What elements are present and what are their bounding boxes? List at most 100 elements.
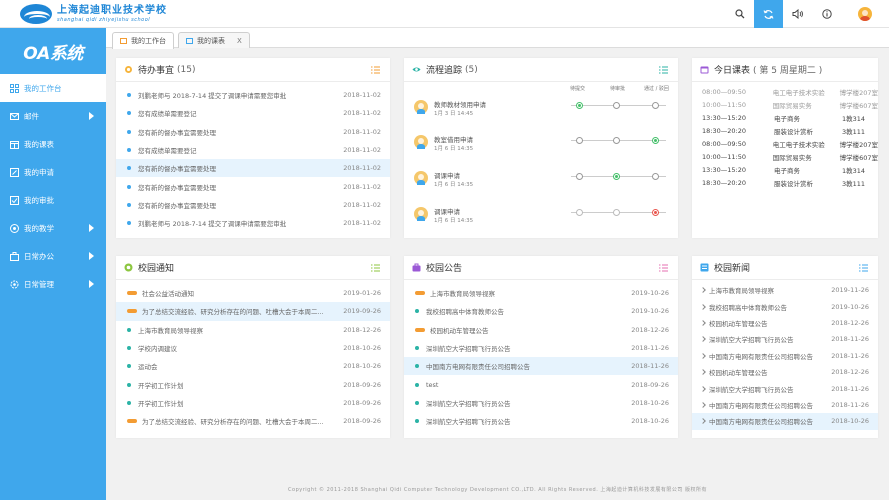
schedule-row[interactable]: 10:00—11:50 国际贸易实务 博学楼607室 — [692, 150, 878, 163]
card-header: 校园通知 — [116, 256, 390, 280]
list-menu-icon[interactable] — [371, 264, 380, 272]
list-item[interactable]: 深圳航空大学招聘飞行员公告 2018-10-26 — [404, 412, 678, 430]
progress-node — [576, 102, 583, 109]
list-item[interactable]: 您有成绩单需要登记 2018-11-02 — [116, 141, 390, 159]
sidebar-item-approvals[interactable]: 我的审批 — [0, 186, 106, 214]
tag-pill — [415, 291, 425, 296]
tab-close-button[interactable]: X — [237, 37, 242, 45]
calendar-icon — [186, 37, 193, 44]
chevron-right-icon — [700, 303, 706, 310]
search-icon — [734, 9, 744, 19]
schedule-row[interactable]: 10:00—11:50 国际贸易实务 博学楼607室 — [692, 99, 878, 112]
schedule-row[interactable]: 13:30—15:20 电子商务 1教314 — [692, 112, 878, 125]
top-bar: 上海起迪职业技术学校 shanghai qidi zhiyejishu scho… — [0, 0, 889, 28]
schedule-row[interactable]: 13:30—15:20 电子商务 1教314 — [692, 163, 878, 176]
refresh-button[interactable] — [754, 0, 783, 28]
tab-schedule[interactable]: 我的课表 X — [178, 32, 250, 48]
list-item[interactable]: 上海市教育局领导视察 2018-12-26 — [116, 321, 390, 339]
workflow-item[interactable]: 教室借用申请 1月 6 日 14:35 — [414, 129, 682, 157]
list-item[interactable]: 我校招聘高中体育教师公告 2019-10-26 — [692, 298, 878, 314]
bullet-dot — [127, 221, 131, 226]
list-menu-icon[interactable] — [659, 66, 668, 74]
schedule-card: 今日课表 ( 第 5 周星期二 ) 08:00—09:50 电工电子技术实验 博学楼… — [692, 58, 878, 238]
chevron-right-icon — [700, 418, 706, 425]
list-item[interactable]: 校园机动车管理公告 2018-12-26 — [692, 364, 878, 380]
workflow-item[interactable]: 调课申请 1月 6 日 14:35 — [414, 201, 682, 229]
list-item[interactable]: 深圳航空大学招聘飞行员公告 2018-10-26 — [404, 394, 678, 412]
list-menu-icon[interactable] — [859, 264, 868, 272]
user-avatar-button[interactable] — [841, 0, 889, 28]
list-menu-icon[interactable] — [371, 66, 380, 74]
sidebar-item-teaching[interactable]: 我的教学 — [0, 214, 106, 242]
list-item[interactable]: 为了总结交流经验、研究分析存在的问题、吐槽大会于本周二... 2019-09-26 — [116, 302, 390, 321]
list-item[interactable]: 开学初工作计划 2018-09-26 — [116, 375, 390, 393]
list-item[interactable]: 您有新的督办事宜需要处理 2018-11-02 — [116, 123, 390, 141]
workflow-item[interactable]: 调课申请 1月 6 日 14:35 — [414, 165, 682, 193]
sidebar-item-applications[interactable]: 我的申请 — [0, 158, 106, 186]
bullet-dot — [415, 364, 419, 369]
info-button[interactable] — [812, 0, 841, 28]
tag-pill — [127, 291, 137, 296]
list-item[interactable]: 校园机动车管理公告 2018-12-26 — [404, 321, 678, 339]
schedule-row[interactable]: 08:00—09:50 电工电子技术实验 博学楼207室 — [692, 138, 878, 151]
sidebar-item-workbench[interactable]: 我的工作台 — [0, 74, 106, 102]
card-header: 校园公告 — [404, 256, 678, 280]
sidebar-item-schedule[interactable]: 我的课表 — [0, 130, 106, 158]
stage-label: 待提交 — [570, 86, 586, 92]
list-item[interactable]: 中国南方电网有限责任公司招聘公告 2018-11-26 — [404, 357, 678, 376]
list-item[interactable]: 深圳航空大学招聘飞行员公告 2018-11-26 — [404, 339, 678, 357]
list-item[interactable]: 您有新的督办事宜需要处理 2018-11-02 — [116, 177, 390, 195]
notice-icon — [124, 263, 133, 272]
list-item[interactable]: 您有新的督办事宜需要处理 2018-11-02 — [116, 196, 390, 214]
sidebar-item-mail[interactable]: 邮件 — [0, 102, 106, 130]
chevron-right-icon — [700, 352, 706, 359]
bullet-dot — [127, 202, 131, 207]
expand-arrow-icon — [89, 252, 94, 260]
bag-icon — [412, 263, 421, 272]
bullet-dot — [415, 400, 419, 405]
list-item[interactable]: 您有新的督办事宜需要处理 2018-11-02 — [116, 159, 390, 178]
sound-button[interactable] — [783, 0, 812, 28]
sun-icon — [125, 66, 132, 73]
list-item[interactable]: 为了总结交流经验、研究分析存在的问题、吐槽大会于本周二... 2018-09-26 — [116, 412, 390, 430]
list-item[interactable]: 中国南方电网有限责任公司招聘公告 2018-10-26 — [692, 413, 878, 430]
list-item[interactable]: 深圳航空大学招聘飞行员公告 2018-11-26 — [692, 331, 878, 347]
sidebar-item-management[interactable]: 日常管理 — [0, 270, 106, 298]
list-item[interactable]: 上海市教育局领导视察 2019-11-26 — [692, 282, 878, 298]
list-item[interactable]: 刘鹏老师与 2018-7-14 提交了调课申请需要您审批 2018-11-02 — [116, 86, 390, 104]
list-item[interactable]: 运动会 2018-10-26 — [116, 357, 390, 375]
list-item[interactable]: 校园机动车管理公告 2018-12-26 — [692, 315, 878, 331]
card-count: (15) — [177, 64, 196, 75]
list-item[interactable]: 您有成绩单需要登记 2018-11-02 — [116, 104, 390, 122]
teach-icon — [10, 223, 19, 233]
progress-node — [576, 137, 583, 144]
todo-list: 刘鹏老师与 2018-7-14 提交了调课申请需要您审批 2018-11-02 您… — [116, 82, 390, 232]
schedule-row[interactable]: 08:00—09:50 电工电子技术实验 博学楼207室 — [692, 86, 878, 99]
search-button[interactable] — [725, 0, 754, 28]
list-item[interactable]: 开学初工作计划 2018-09-26 — [116, 394, 390, 412]
list-item[interactable]: 深圳航空大学招聘飞行员公告 2018-11-26 — [692, 380, 878, 396]
bullet-dot — [127, 111, 131, 116]
card-header: 流程追踪 (5) — [404, 58, 678, 82]
list-item[interactable]: 刘鹏老师与 2018-7-14 提交了调课申请需要您审批 2018-11-02 — [116, 214, 390, 232]
list-item[interactable]: 中国南方电网有限责任公司招聘公告 2018-11-26 — [692, 348, 878, 364]
list-item[interactable]: 上海市教育局领导视察 2019-10-26 — [404, 284, 678, 302]
list-menu-icon[interactable] — [659, 264, 668, 272]
logo-title: 上海起迪职业技术学校 — [57, 4, 167, 16]
bulletin-card: 校园公告 上海市教育局领导视察 2019-10-26 我校招聘高中体育教师公告 20… — [404, 256, 678, 438]
sidebar-item-office[interactable]: 日常办公 — [0, 242, 106, 270]
sidebar-item-label: 我的课表 — [24, 139, 54, 149]
workflow-item[interactable]: 教师教材领用申请 1月 3 日 14:45 — [414, 94, 682, 122]
schedule-row[interactable]: 18:30—20:20 服装设计赏析 3教111 — [692, 176, 878, 189]
info-icon — [821, 9, 832, 19]
tab-workbench[interactable]: 我的工作台 — [112, 32, 174, 49]
list-item[interactable]: 我校招聘高中体育教师公告 2019-10-26 — [404, 302, 678, 320]
list-item[interactable]: 中国南方电网有限责任公司招聘公告 2018-11-26 — [692, 397, 878, 413]
bullet-dot — [415, 382, 419, 387]
list-item[interactable]: test 2018-09-26 — [404, 375, 678, 393]
school-logo[interactable]: 上海起迪职业技术学校 shanghai qidi zhiyejishu scho… — [20, 4, 167, 24]
sidebar-item-label: 我的审批 — [24, 195, 54, 205]
schedule-row[interactable]: 18:30—20:20 服装设计赏析 3教111 — [692, 125, 878, 138]
list-item[interactable]: 学校内调建议 2018-10-26 — [116, 339, 390, 357]
list-item[interactable]: 社会公益活动通知 2019-01-26 — [116, 284, 390, 302]
